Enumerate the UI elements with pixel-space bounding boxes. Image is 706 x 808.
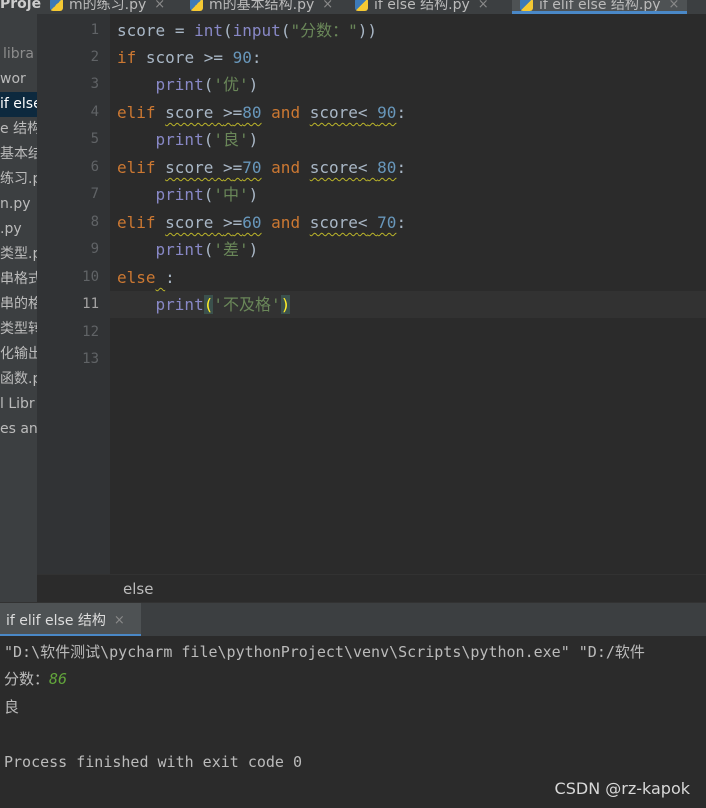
watermark: CSDN @rz-kapok — [554, 779, 690, 798]
console-command: "D:\软件测试\pycharm file\pythonProject\venv… — [4, 643, 645, 661]
tab-label: if elif else 结构.py — [539, 0, 661, 13]
line-number: 5 — [90, 131, 99, 147]
run-tool-window-tabs: if elif else 结构 × — [0, 602, 706, 637]
close-icon[interactable]: × — [669, 0, 680, 12]
code-line[interactable]: print('良') — [117, 126, 259, 153]
code-line[interactable]: else : — [117, 264, 175, 291]
tree-item[interactable]: 基本结 — [0, 142, 37, 167]
breadcrumb-item[interactable]: else — [123, 580, 153, 598]
tree-item[interactable]: 练习.p — [0, 167, 37, 192]
tree-item[interactable]: 类型.p — [0, 242, 37, 267]
tree-item[interactable]: 类型转 — [0, 317, 37, 342]
tree-item[interactable]: .py — [0, 217, 22, 242]
console-exit-message: Process finished with exit code 0 — [4, 753, 303, 771]
close-icon[interactable]: × — [154, 0, 165, 12]
tab-basic-structure[interactable]: m的基本结构.py × — [190, 0, 333, 14]
line-number-current: 11 — [82, 296, 99, 312]
console-output: 良 — [4, 698, 20, 716]
line-number-gutter[interactable]: 1 2 3 4 5 6 7 8 9 10 11 12 13 — [37, 14, 110, 574]
console-user-input: 86 — [49, 670, 68, 688]
run-tab-label: if elif else 结构 — [6, 613, 106, 629]
tab-practice[interactable]: m的练习.py × — [50, 0, 165, 14]
line-number: 13 — [82, 351, 99, 367]
code-line[interactable]: score = int(input("分数：")) — [117, 17, 377, 44]
breadcrumb: else — [37, 574, 706, 603]
tab-if-elif-else[interactable]: if elif else 结构.py × — [512, 0, 688, 14]
line-number: 9 — [90, 241, 99, 257]
console-prompt-line: 分数：86 — [4, 666, 67, 693]
line-number: 1 — [90, 22, 99, 38]
code-line[interactable]: elif score >=70 and score< 80: — [117, 154, 406, 181]
code-line[interactable]: elif score >=60 and score< 70: — [117, 209, 406, 236]
project-tree: libra wor if else e 结构 基本结 练习.p n.py .py… — [0, 14, 37, 602]
editor-tab-bar: Proje m的练习.py × m的基本结构.py × if else 结构.p… — [0, 0, 706, 15]
tab-label: m的练习.py — [69, 0, 147, 13]
python-file-icon — [520, 0, 533, 11]
tab-label: m的基本结构.py — [209, 0, 315, 13]
tree-item[interactable]: 化输出 — [0, 342, 37, 367]
tab-label: if else 结构.py — [374, 0, 470, 13]
code-line[interactable]: print('优') — [117, 71, 259, 98]
line-number: 2 — [90, 49, 99, 65]
line-number: 12 — [82, 324, 99, 340]
run-console[interactable]: "D:\软件测试\pycharm file\pythonProject\venv… — [0, 636, 706, 808]
code-line[interactable]: elif score >=80 and score< 90: — [117, 99, 406, 126]
close-icon[interactable]: × — [322, 0, 333, 12]
line-number: 4 — [90, 104, 99, 120]
project-panel-title[interactable]: Proje — [0, 0, 41, 14]
run-tab[interactable]: if elif else 结构 × — [0, 603, 141, 637]
code-editor[interactable]: score = int(input("分数：")) if score >= 90… — [110, 14, 706, 574]
python-file-icon — [355, 0, 368, 11]
tree-item[interactable]: e 结构 — [0, 117, 37, 142]
python-file-icon — [50, 0, 63, 11]
line-number: 8 — [90, 214, 99, 230]
close-icon[interactable]: × — [478, 0, 489, 12]
python-file-icon — [190, 0, 203, 11]
code-line[interactable]: print('差') — [117, 236, 259, 263]
tree-item[interactable]: es an — [0, 417, 37, 442]
tab-if-else[interactable]: if else 结构.py × — [355, 0, 489, 14]
tree-item[interactable]: l Libr — [0, 392, 35, 417]
tree-item[interactable]: 串的格 — [0, 292, 37, 317]
line-number: 3 — [90, 76, 99, 92]
line-number: 6 — [90, 159, 99, 175]
code-line[interactable]: if score >= 90: — [117, 44, 262, 71]
line-number: 10 — [82, 269, 99, 285]
tree-item[interactable]: libra — [3, 42, 34, 67]
close-icon[interactable]: × — [114, 613, 125, 628]
tree-item[interactable]: 串格式 — [0, 267, 37, 292]
code-line[interactable]: print('中') — [117, 181, 259, 208]
console-prompt: 分数： — [4, 670, 50, 688]
code-line-current[interactable]: print('不及格') — [117, 291, 291, 318]
tree-item[interactable]: wor — [0, 67, 26, 92]
line-number: 7 — [90, 186, 99, 202]
tree-item[interactable]: n.py — [0, 192, 31, 217]
tree-item-selected[interactable]: if else — [0, 92, 37, 117]
tree-item[interactable]: 函数.p — [0, 367, 37, 392]
